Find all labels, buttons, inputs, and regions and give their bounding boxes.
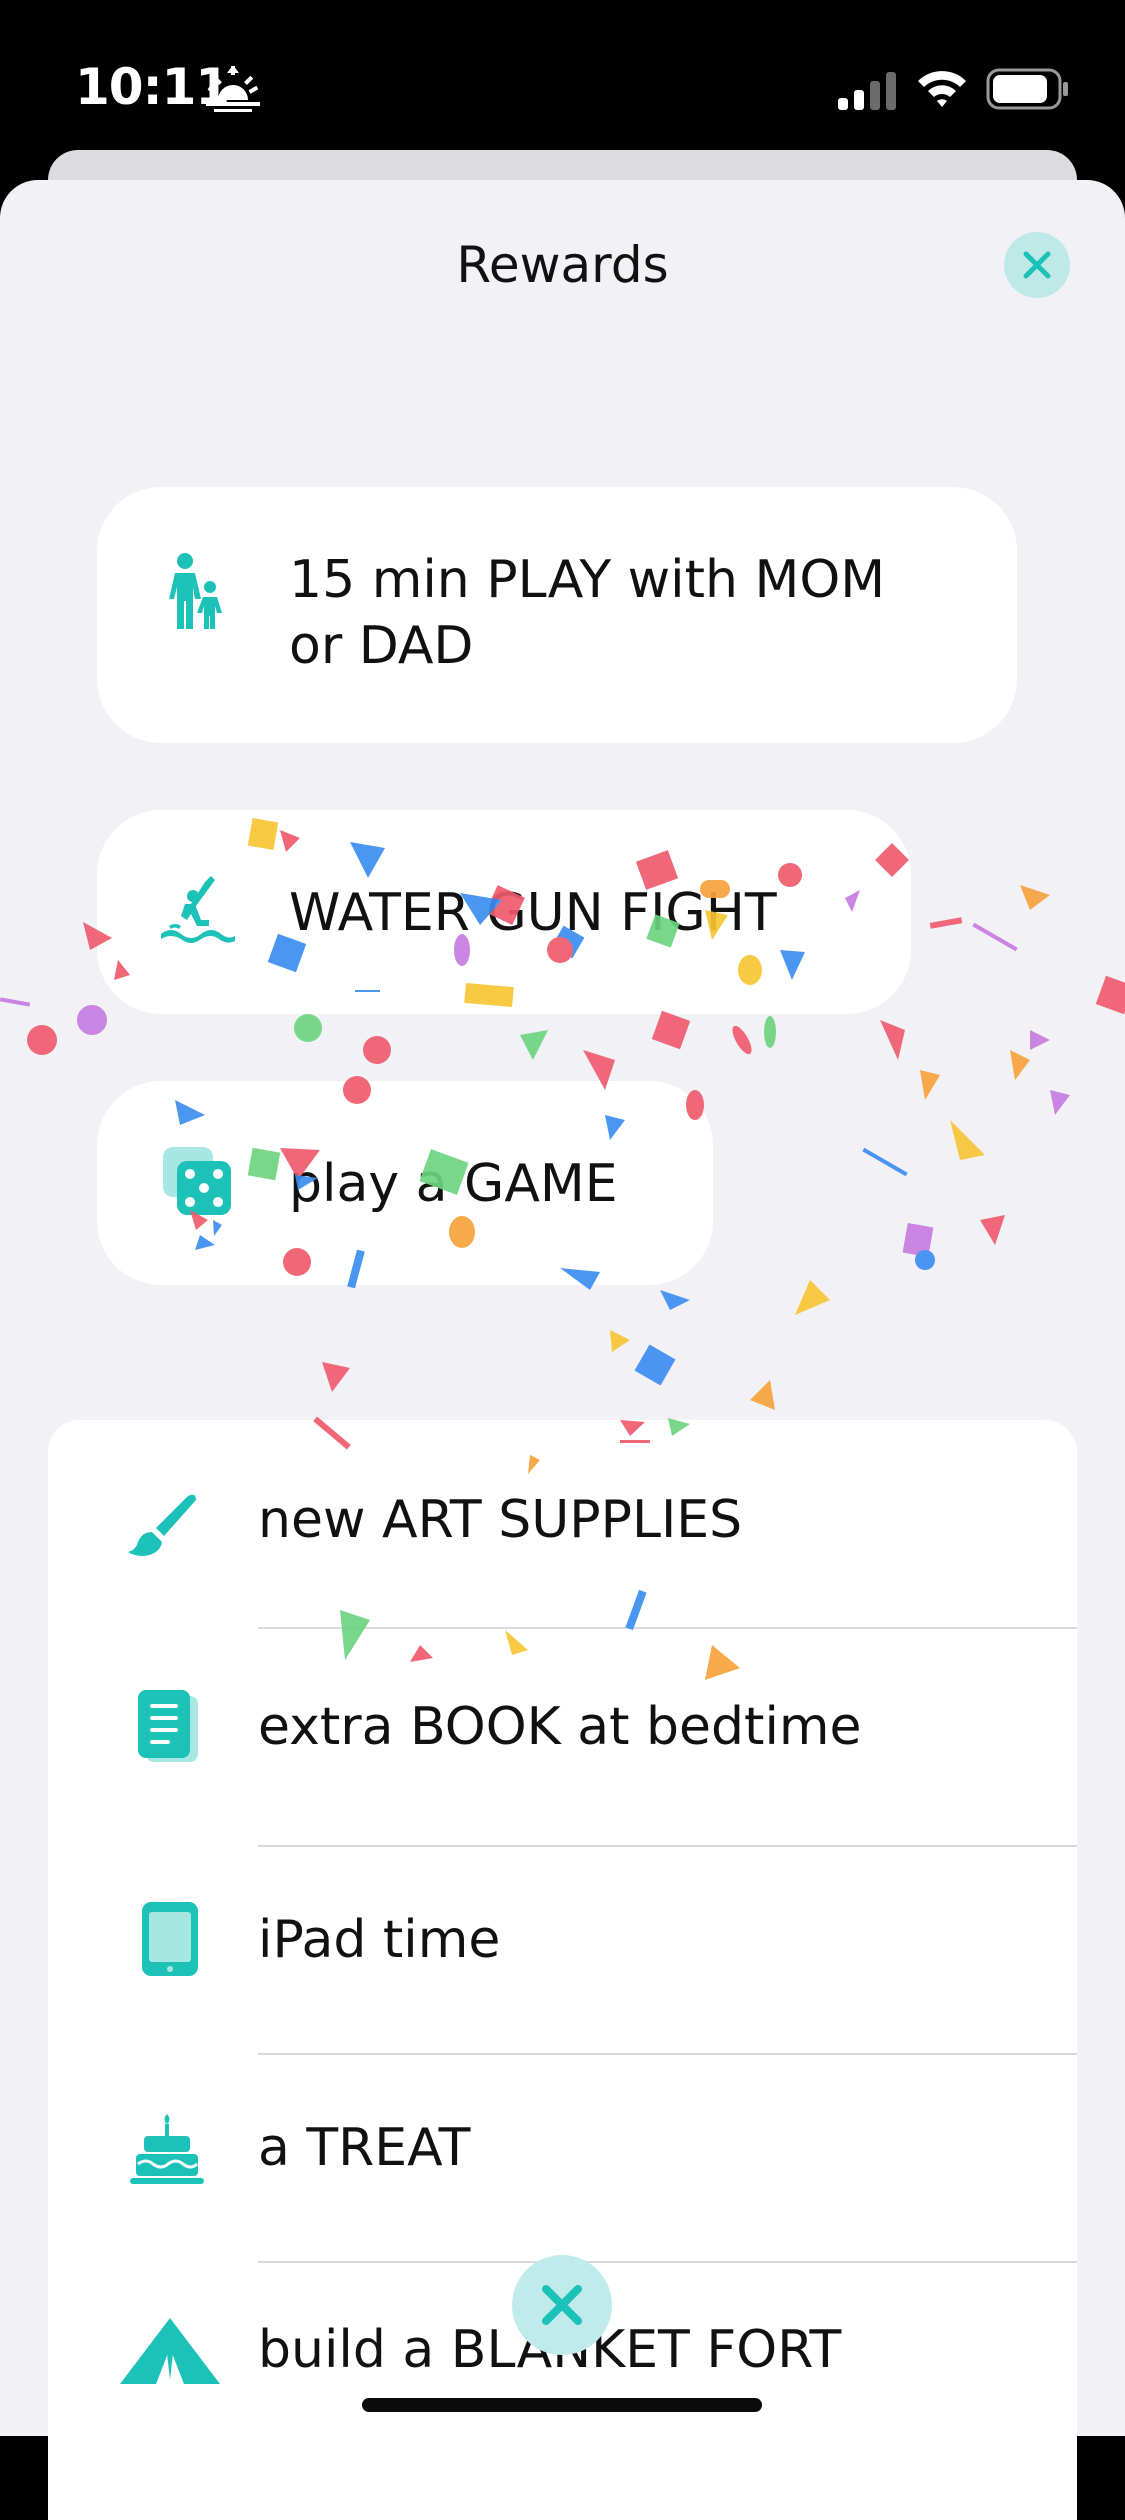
book-icon (138, 1690, 198, 1762)
dice-icon (163, 1147, 231, 1215)
paintbrush-icon (128, 1494, 196, 1556)
reward-card-play[interactable]: 15 min PLAY with MOM or DAD (97, 487, 1017, 743)
close-button[interactable] (1004, 232, 1070, 298)
dismiss-button[interactable] (512, 2255, 612, 2355)
divider (258, 2053, 1077, 2055)
close-icon (542, 2285, 582, 2325)
battery-icon (986, 68, 1068, 110)
list-item[interactable]: extra BOOK at bedtime (48, 1630, 1077, 1840)
reward-card-label-line2: or DAD (289, 616, 474, 676)
parent-child-icon (169, 553, 222, 629)
reward-card-game[interactable]: play a GAME (97, 1081, 713, 1285)
page-title: Rewards (456, 236, 669, 294)
water-slide-icon (161, 876, 235, 943)
tent-icon (120, 2318, 220, 2384)
list-item[interactable]: new ART SUPPLIES (48, 1420, 1077, 1630)
cake-icon (130, 2114, 204, 2184)
close-icon (1023, 251, 1051, 279)
divider (258, 1845, 1077, 1847)
divider (258, 1627, 1077, 1629)
sunrise-icon (206, 66, 260, 112)
status-bar: 10:11 (0, 0, 1125, 150)
divider (258, 2261, 1077, 2263)
reward-list: new ART SUPPLIES extra BOOK at bedtime i… (48, 1420, 1077, 2520)
list-item-label: new ART SUPPLIES (258, 1490, 743, 1550)
tablet-icon (142, 1902, 198, 1976)
reward-card-label: 15 min PLAY with MOM or DAD (289, 547, 885, 679)
reward-card-water-gun[interactable]: WATER GUN FIGHT (97, 810, 911, 1014)
list-item-label: iPad time (258, 1910, 501, 1970)
home-indicator (362, 2398, 762, 2412)
list-item-label: extra BOOK at bedtime (258, 1697, 862, 1757)
reward-card-label: WATER GUN FIGHT (289, 883, 777, 943)
list-item[interactable]: a TREAT (48, 2056, 1077, 2266)
wifi-icon (918, 71, 966, 107)
reward-card-label: play a GAME (289, 1154, 618, 1214)
list-item-label: a TREAT (258, 2118, 471, 2178)
reward-card-label-line1: 15 min PLAY with MOM (289, 550, 886, 610)
signal-icon (838, 72, 896, 110)
list-item[interactable]: iPad time (48, 1848, 1077, 2058)
